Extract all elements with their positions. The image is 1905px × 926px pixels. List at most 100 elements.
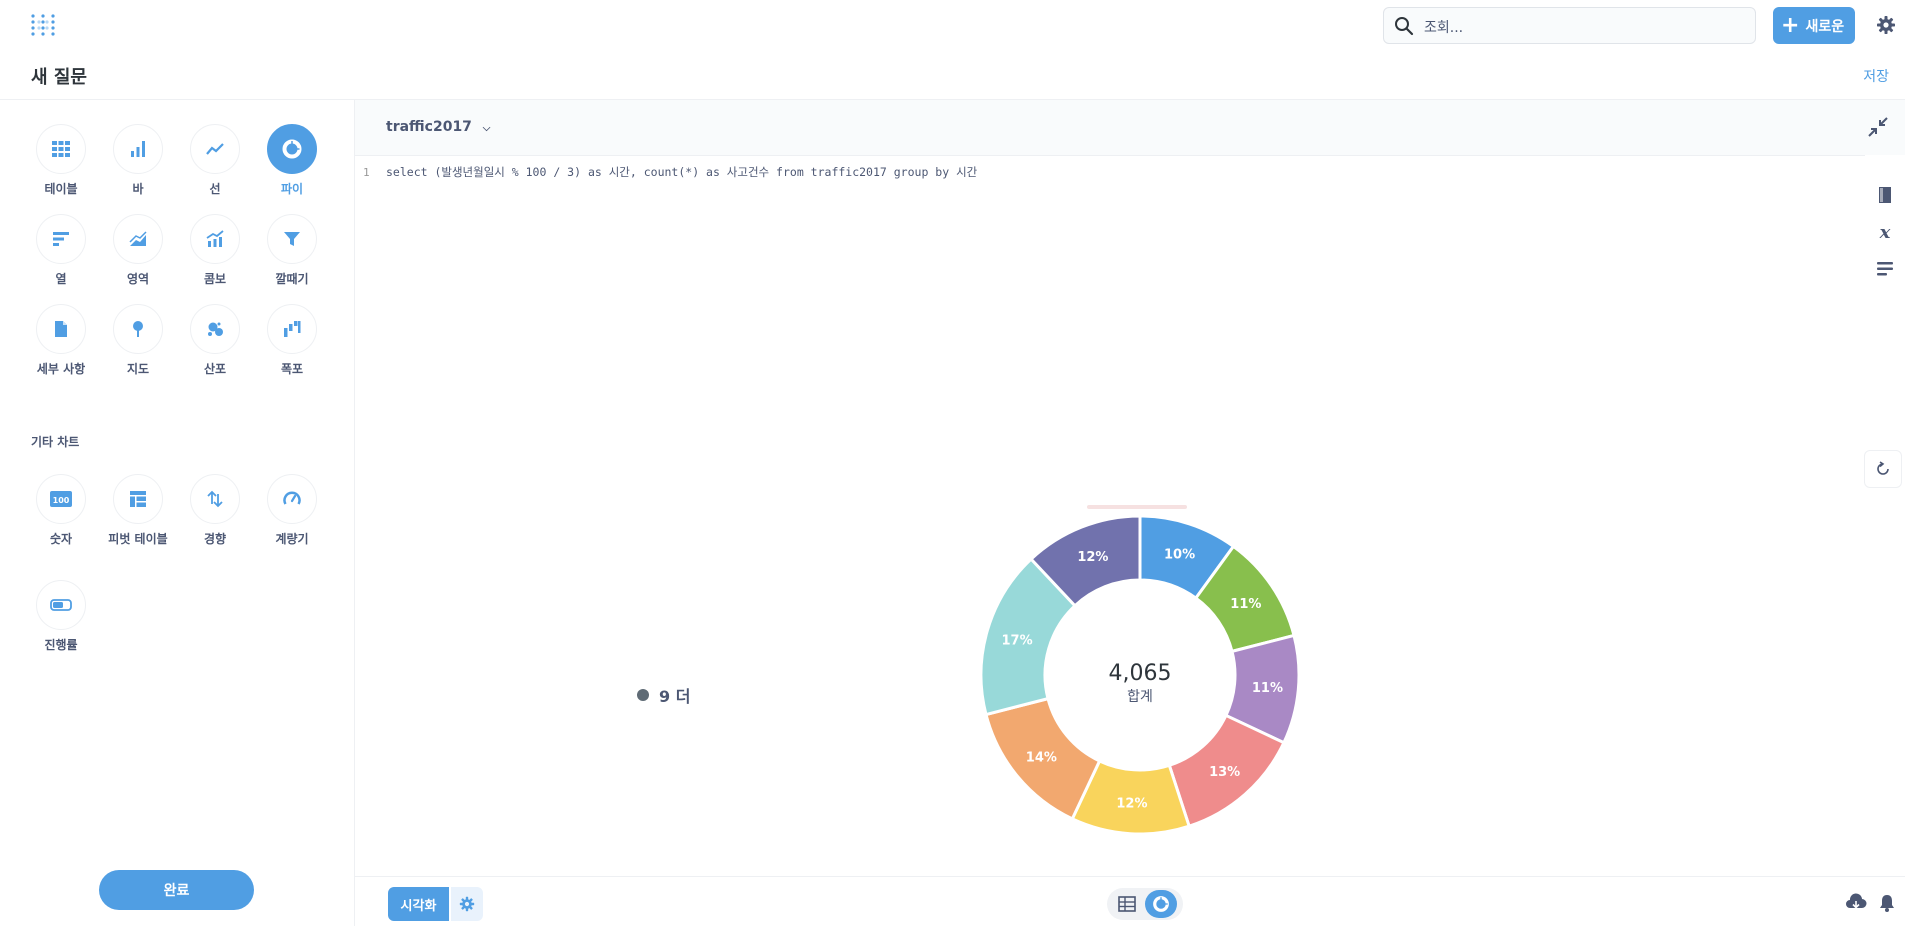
top-navbar: 조회... + 새로운 [0, 0, 1905, 50]
sql-code-area[interactable]: 1 select (발생년월일시 % 100 / 3) as 시간, count… [355, 155, 1865, 507]
download-icon[interactable] [1845, 893, 1867, 913]
visualization-button[interactable]: 시각화 [388, 887, 449, 921]
viz-option-row[interactable]: 열 [23, 214, 99, 287]
pie-slice-label: 11% [1252, 681, 1283, 696]
svg-text:100: 100 [53, 496, 70, 505]
progress-icon [50, 599, 72, 611]
native-query-editor: traffic2017 ⌵ 1 select (발생년월일시 % 100 / 3… [355, 100, 1905, 507]
viz-option-label: 지도 [126, 362, 150, 376]
database-name: traffic2017 [386, 119, 472, 135]
number-icon: 100 [50, 491, 72, 507]
scatter-icon [208, 322, 223, 336]
gauge-icon [283, 491, 301, 505]
gear-icon [459, 896, 475, 912]
donut-total-label: 합계 [1127, 689, 1153, 705]
page-title: 새 질문 [31, 67, 87, 88]
funnel-icon [284, 232, 300, 246]
viz-option-label: 경향 [203, 532, 227, 546]
svg-text:x: x [1879, 222, 1891, 242]
viz-option-gauge[interactable]: 계량기 [254, 474, 330, 547]
viz-option-label: 진행률 [44, 638, 78, 652]
query-footer: 시각화 [355, 876, 1905, 926]
viz-option-line[interactable]: 선 [177, 124, 253, 197]
run-query-button[interactable] [1864, 450, 1902, 488]
viz-option-label: 깔때기 [275, 272, 309, 286]
question-header: 새 질문 저장 [0, 50, 1905, 100]
viz-option-label: 열 [55, 272, 67, 286]
viz-option-label: 선 [209, 182, 221, 196]
viz-option-label: 테이블 [44, 182, 78, 196]
trend-icon [207, 490, 223, 508]
refresh-icon [1877, 461, 1889, 475]
viz-option-label: 숫자 [49, 532, 73, 546]
detail-icon [55, 321, 67, 337]
pie-slice-label: 12% [1077, 550, 1108, 565]
row-icon [53, 232, 69, 246]
data-reference-book-icon[interactable] [1875, 185, 1895, 205]
search-input[interactable]: 조회... [1383, 7, 1756, 44]
donut-total-value: 4,065 [1109, 661, 1172, 686]
chart-view-button[interactable] [1145, 890, 1177, 918]
waterfall-icon [284, 321, 301, 337]
viz-option-label: 바 [132, 182, 144, 196]
sql-query-text[interactable]: select (발생년월일시 % 100 / 3) as 시간, count(*… [386, 164, 977, 180]
viz-option-number[interactable]: 100 숫자 [23, 474, 99, 547]
area-icon [129, 231, 147, 246]
bar-icon [131, 141, 145, 157]
viz-option-label: 폭포 [280, 362, 304, 376]
pie-slice-label: 14% [1026, 751, 1057, 766]
viz-option-label: 콤보 [203, 272, 227, 286]
viz-option-map[interactable]: 지도 [100, 304, 176, 377]
viz-settings-button[interactable] [451, 887, 483, 921]
save-button[interactable]: 저장 [1863, 66, 1889, 86]
metabase-logo-icon[interactable] [30, 13, 56, 39]
snippets-icon[interactable] [1875, 259, 1895, 279]
viz-option-bar[interactable]: 바 [100, 124, 176, 197]
table-view-icon[interactable] [1117, 894, 1137, 914]
pie-slice-label: 17% [1002, 633, 1033, 648]
line-number: 1 [363, 166, 370, 179]
new-button[interactable]: + 새로운 [1773, 7, 1855, 44]
database-picker[interactable]: traffic2017 ⌵ [386, 119, 490, 135]
viz-option-combo[interactable]: 콤보 [177, 214, 253, 287]
viz-type-sidebar: 테이블 바 선 파이 열 영역 콤보 깔때기 세부 사항 지도 산포 폭포 기타… [0, 100, 355, 926]
viz-option-label: 피벗 테이블 [108, 532, 168, 546]
viz-option-label: 산포 [203, 362, 227, 376]
settings-gear-icon[interactable] [1876, 15, 1896, 35]
viz-option-pie[interactable]: 파이 [254, 124, 330, 197]
viz-option-pivot[interactable]: 피벗 테이블 [100, 474, 176, 547]
viz-option-funnel[interactable]: 깔때기 [254, 214, 330, 287]
alert-bell-icon[interactable] [1877, 893, 1897, 913]
viz-option-table[interactable]: 테이블 [23, 124, 99, 197]
map-pin-icon [133, 321, 143, 337]
viz-option-trend[interactable]: 경향 [177, 474, 253, 547]
pie-icon [1153, 896, 1169, 912]
viz-option-scatter[interactable]: 산포 [177, 304, 253, 377]
viz-option-label: 세부 사항 [36, 362, 86, 376]
done-button[interactable]: 완료 [99, 870, 254, 910]
pie-slice-label: 12% [1116, 797, 1147, 812]
viz-option-area[interactable]: 영역 [100, 214, 176, 287]
viz-option-progress[interactable]: 진행률 [23, 580, 99, 653]
plus-icon: + [1781, 12, 1800, 38]
variable-x-icon[interactable]: x [1875, 222, 1895, 242]
viz-option-detail[interactable]: 세부 사항 [23, 304, 99, 377]
pie-slice-label: 10% [1164, 547, 1195, 562]
pie-slice-label: 11% [1230, 597, 1261, 612]
search-placeholder: 조회... [1424, 20, 1464, 36]
combo-icon [206, 230, 224, 247]
new-button-label: 새로운 [1805, 18, 1845, 35]
table-icon [52, 141, 70, 157]
donut-chart: 10% 11% 11% 13% 12% 14% 17% 12% 4,065 합계 [979, 514, 1301, 836]
visualization-area: 9 더 10% 11% 11% 13% 12% 14% 17% 12% 4,065 합계 [355, 508, 1905, 876]
pie-icon [282, 139, 302, 159]
line-icon [206, 143, 224, 155]
viz-option-label: 계량기 [275, 532, 309, 546]
viz-option-label: 파이 [280, 182, 304, 196]
table-chart-toggle[interactable] [1107, 888, 1183, 920]
other-charts-heading: 기타 차트 [31, 435, 80, 449]
pie-slice-label: 13% [1209, 765, 1240, 780]
viz-option-label: 영역 [126, 272, 150, 286]
viz-option-waterfall[interactable]: 폭포 [254, 304, 330, 377]
collapse-editor-icon[interactable] [1867, 116, 1889, 138]
